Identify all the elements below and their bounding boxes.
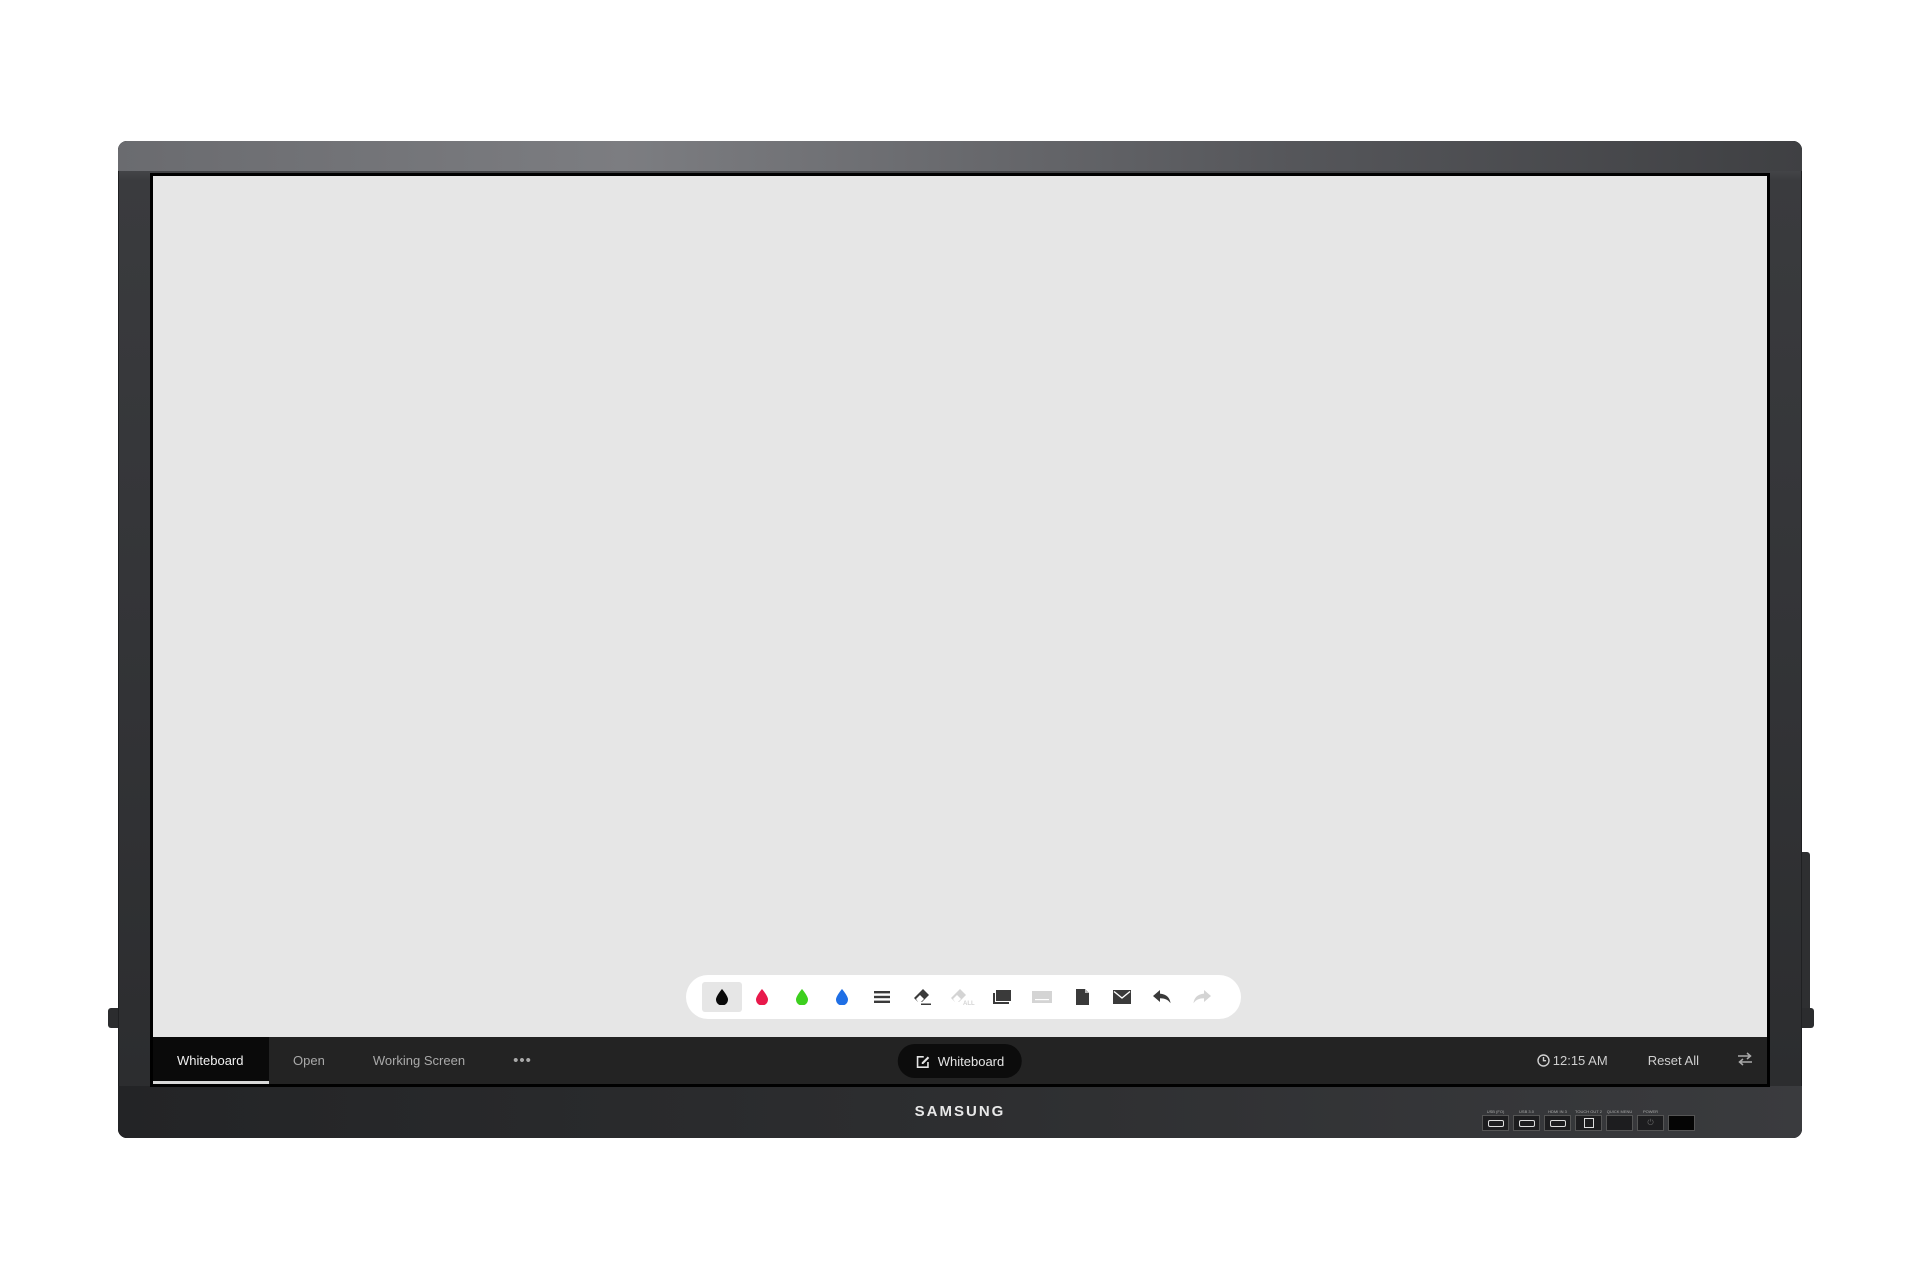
port-slot [1668, 1115, 1695, 1131]
right-side-nub [1802, 1008, 1814, 1028]
drop-icon [796, 989, 808, 1005]
drop-icon [756, 989, 768, 1005]
drop-icon [716, 989, 728, 1005]
power-icon: ⏻ [1647, 1118, 1654, 1127]
port-sensor [1668, 1109, 1695, 1131]
port-slot [1513, 1115, 1540, 1131]
redo-icon [1193, 990, 1211, 1004]
screen: ALL Whiteboard Open Working Screen ••• W… [150, 173, 1770, 1087]
layers-icon [993, 990, 1011, 1004]
tab-label: Open [293, 1053, 325, 1068]
tab-working-screen[interactable]: Working Screen [349, 1037, 489, 1084]
bezel-top [118, 141, 1802, 171]
email-tool[interactable] [1102, 982, 1142, 1012]
tab-open[interactable]: Open [269, 1037, 349, 1084]
port-usb: USB (FO) [1482, 1109, 1509, 1131]
mail-icon [1113, 990, 1131, 1004]
port-panel: USB (FO) USB 3.0 HDMI IN 3 TOUCH OUT 2 QUICK… [1482, 1109, 1695, 1131]
erase-all-tool[interactable]: ALL [942, 982, 982, 1012]
undo-icon [1153, 990, 1171, 1004]
port-slot[interactable] [1606, 1115, 1633, 1131]
clock-icon [1537, 1054, 1550, 1067]
redo-tool[interactable] [1182, 982, 1222, 1012]
port-usb-b: TOUCH OUT 2 [1575, 1109, 1602, 1131]
clock-time: 12:15 AM [1552, 1053, 1608, 1068]
swap-arrows-icon[interactable] [1737, 1052, 1753, 1069]
port-slot [1575, 1115, 1602, 1131]
edit-icon [916, 1056, 930, 1068]
port-button: QUICK MENU [1606, 1109, 1633, 1131]
background-tool[interactable] [982, 982, 1022, 1012]
port-slot[interactable]: ⏻ [1637, 1115, 1664, 1131]
port-slot [1544, 1115, 1571, 1131]
whiteboard-mode-label: Whiteboard [937, 1053, 1005, 1069]
pen-red-tool[interactable] [742, 982, 782, 1012]
port-slot [1482, 1115, 1509, 1131]
taskbar-right: 12:15 AM Reset All [1537, 1037, 1767, 1084]
port-hdmi: HDMI IN 3 [1544, 1109, 1571, 1131]
eraser-icon [914, 989, 931, 1005]
menu-lines-icon [874, 991, 890, 1003]
tab-whiteboard[interactable]: Whiteboard [153, 1037, 269, 1084]
pen-green-tool[interactable] [782, 982, 822, 1012]
taskbar: Whiteboard Open Working Screen ••• White… [153, 1037, 1767, 1084]
eraser-all-icon: ALL [951, 989, 975, 1006]
tab-label: Working Screen [372, 1053, 466, 1068]
eraser-tool[interactable] [902, 982, 942, 1012]
whiteboard-mode-button[interactable]: Whiteboard [897, 1044, 1023, 1078]
port-usb: USB 3.0 [1513, 1109, 1540, 1131]
more-button[interactable]: ••• [489, 1052, 556, 1069]
undo-tool[interactable] [1142, 982, 1182, 1012]
save-tool[interactable] [1062, 982, 1102, 1012]
reset-all-button[interactable]: Reset All [1648, 1053, 1699, 1068]
keyboard-tool[interactable] [1022, 982, 1062, 1012]
drop-icon [836, 989, 848, 1005]
port-power-button: POWER ⏻ [1637, 1109, 1664, 1131]
line-thickness-tool[interactable] [862, 982, 902, 1012]
clock: 12:15 AM [1537, 1053, 1608, 1068]
svg-text:ALL: ALL [963, 1001, 975, 1006]
drawing-toolbar: ALL [686, 975, 1241, 1019]
keyboard-icon [1032, 991, 1052, 1003]
whiteboard-canvas[interactable]: ALL [153, 176, 1767, 1037]
pen-blue-tool[interactable] [822, 982, 862, 1012]
document-icon [1075, 989, 1089, 1005]
right-pen-tray [1802, 852, 1810, 1028]
pen-black-tool[interactable] [702, 982, 742, 1012]
tab-label: Whiteboard [177, 1053, 244, 1068]
